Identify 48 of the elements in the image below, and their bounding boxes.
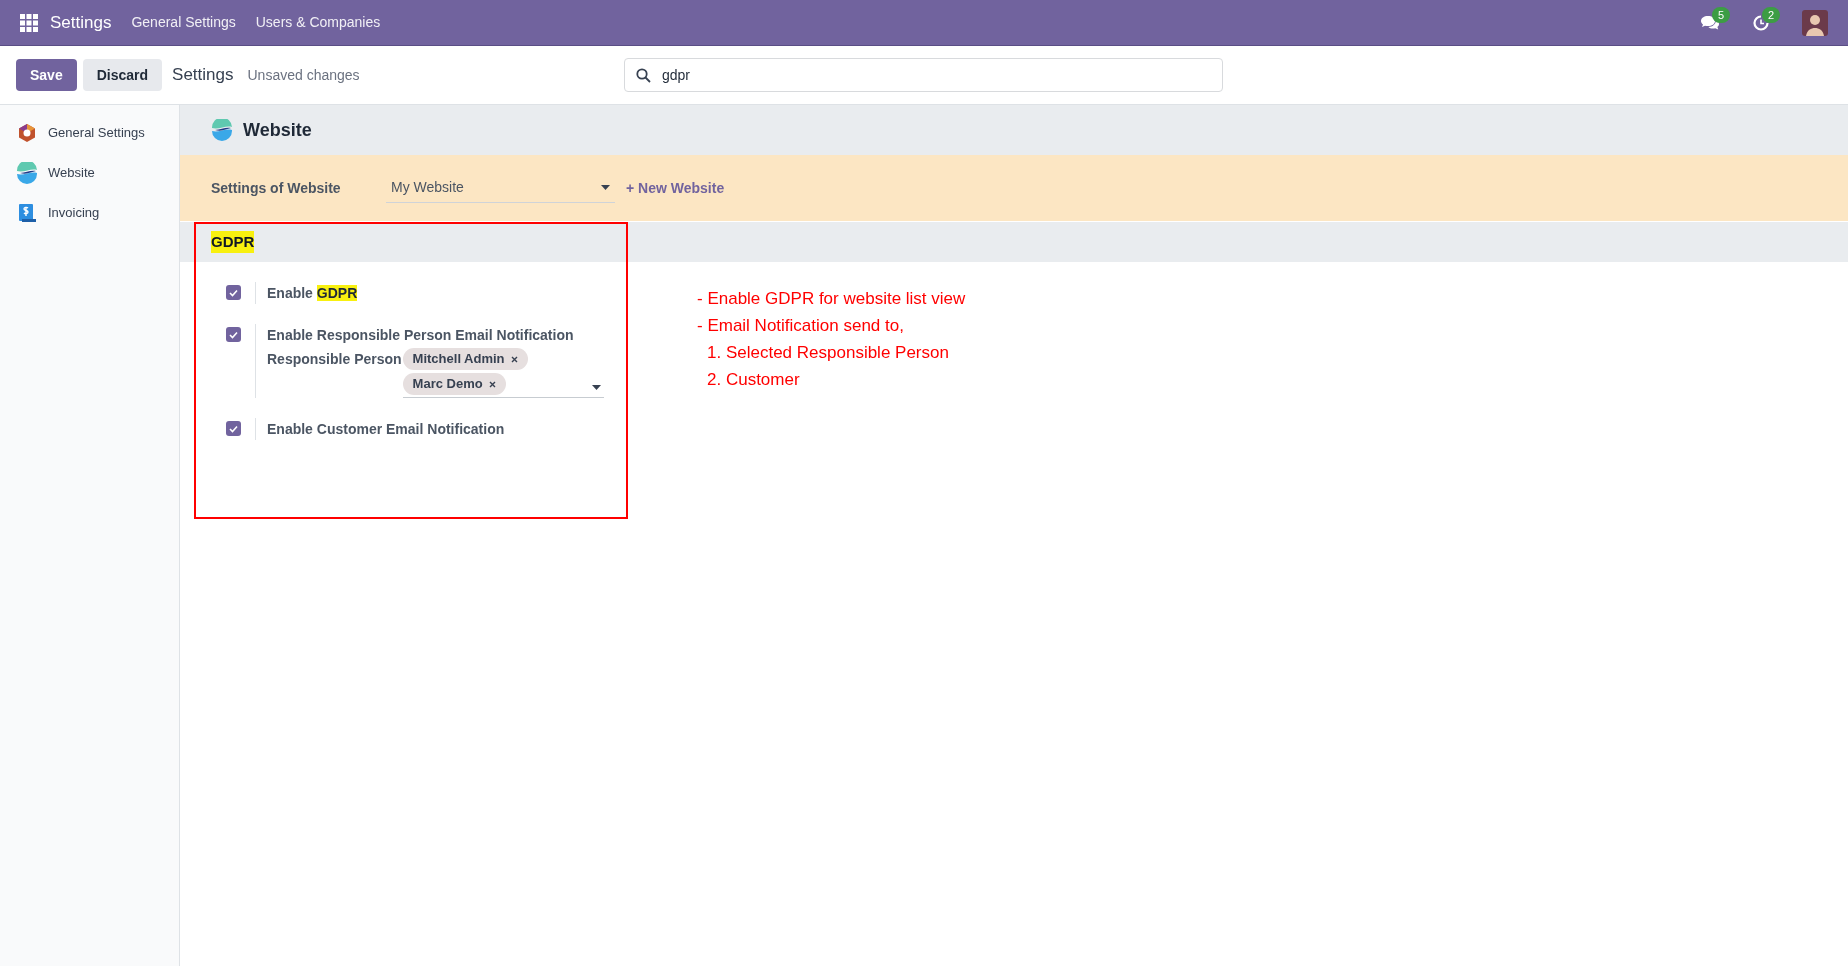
chat-icon[interactable] [1700,13,1720,32]
website-dropdown[interactable]: My Website [386,173,615,203]
breadcrumb: Settings [172,64,234,87]
app-title[interactable]: Settings [50,9,112,36]
activity-count-badge: 2 [1762,6,1781,23]
discard-button[interactable]: Discard [82,59,163,91]
globe-wave-icon [211,119,233,141]
search-field[interactable]: gdpr [624,58,1223,92]
message-count-badge: 5 [1712,6,1731,23]
sidebar-item[interactable]: Website [0,153,179,193]
setting-label: Enable Responsible Person Email Notification [267,326,575,345]
unsaved-status: Unsaved changes [247,65,360,85]
checkbox[interactable] [226,285,241,300]
annotation-text: 2. Customer [706,369,801,391]
checkbox[interactable] [226,421,241,436]
new-website-link[interactable]: + New Website [626,177,725,199]
field-label: Settings of Website [211,178,342,198]
group-title: GDPR [211,230,255,254]
search-icon [636,68,651,83]
section-title: Website [243,118,312,142]
annotation-text: - Email Notification send to, [697,315,905,337]
caret-icon [591,385,601,390]
setting-label: Enable Customer Email Notification [267,420,505,439]
checkmark-icon [229,330,238,339]
remove-icon[interactable] [488,380,496,388]
annotation-text: 1. Selected Responsible Person [706,342,950,364]
setting-label: Enable GDPR [267,284,358,303]
checkmark-icon [229,424,238,433]
user-avatar[interactable] [1802,9,1828,36]
menu-link[interactable]: Users & Companies [255,12,381,33]
clock-icon[interactable] [1752,13,1770,32]
checkbox[interactable] [226,327,241,342]
remove-icon[interactable] [510,355,518,363]
responsible-person-field[interactable]: Mitchell Admin Marc Demo [402,348,604,398]
menu-link[interactable]: General Settings [131,12,236,33]
save-button[interactable]: Save [16,59,77,91]
globe-wave-icon [16,162,38,184]
person-tag[interactable]: Mitchell Admin [402,348,528,370]
caret-icon [601,185,610,190]
sidebar-item[interactable]: Invoicing [0,193,179,233]
checkmark-icon [229,288,238,297]
annotation-text: - Enable GDPR for website list view [697,288,966,310]
person-tag[interactable]: Marc Demo [402,373,506,395]
field-label: Responsible Person [267,350,402,369]
sidebar-item[interactable]: General Settings [0,113,179,153]
hexagon-icon [16,123,38,143]
invoice-icon [16,203,38,223]
apps-menu-icon[interactable] [20,13,38,32]
